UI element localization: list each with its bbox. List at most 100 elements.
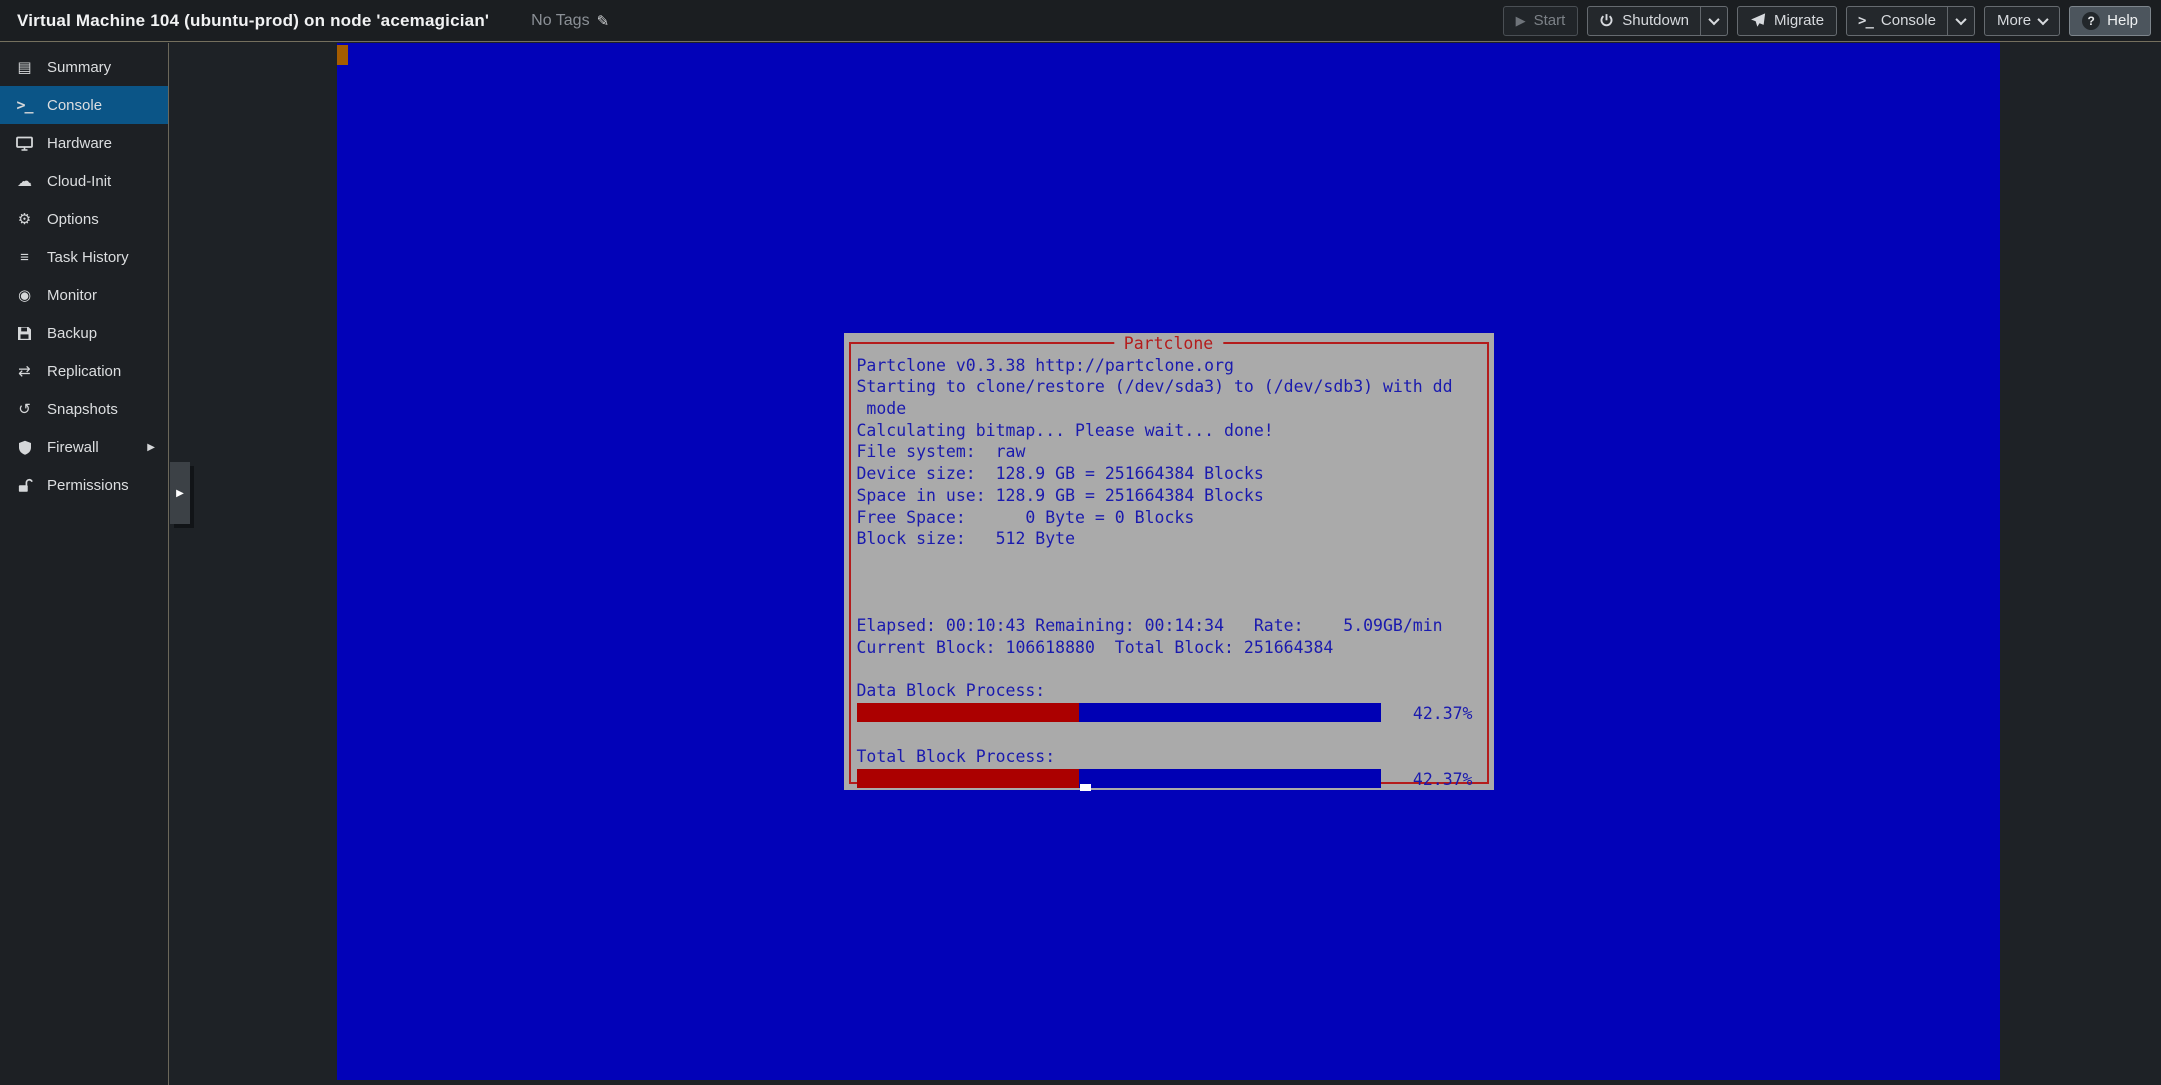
console-button-group: >_ Console: [1846, 6, 1975, 36]
terminal-line: mode: [857, 398, 1481, 420]
sidebar-item-firewall[interactable]: Firewall ▶: [0, 428, 168, 466]
sidebar-item-backup[interactable]: Backup: [0, 314, 168, 352]
total-block-percent: 42.37%: [1413, 769, 1473, 791]
console-area: Partclone Partclone v0.3.38 http://partc…: [170, 43, 2161, 1085]
sidebar-item-label: Monitor: [47, 287, 97, 304]
shield-icon: [14, 440, 35, 455]
list-icon: ≡: [14, 249, 35, 266]
total-block-progressbar: 42.37%: [857, 769, 1481, 791]
tags-label: No Tags: [531, 12, 589, 30]
terminal-line: Elapsed: 00:10:43 Remaining: 00:14:34 Ra…: [857, 615, 1481, 637]
tags-control[interactable]: No Tags ✎: [531, 12, 609, 30]
data-block-percent: 42.37%: [1413, 703, 1473, 725]
sidebar-item-snapshots[interactable]: ↺ Snapshots: [0, 390, 168, 428]
sync-icon: ⇄: [14, 362, 35, 380]
cloud-icon: ☁: [14, 172, 35, 190]
terminal-line: Calculating bitmap... Please wait... don…: [857, 420, 1481, 442]
terminal-line: File system: raw: [857, 441, 1481, 463]
progress-fill: [857, 703, 1079, 722]
terminal-line: Current Block: 106618880 Total Block: 25…: [857, 637, 1481, 659]
terminal-line: Starting to clone/restore (/dev/sda3) to…: [857, 376, 1481, 398]
progress-fill: [857, 769, 1079, 788]
sidebar-item-cloud-init[interactable]: ☁ Cloud-Init: [0, 162, 168, 200]
migrate-button[interactable]: Migrate: [1737, 6, 1837, 36]
progress-cursor: [1080, 784, 1091, 791]
sidebar-item-options[interactable]: ⚙ Options: [0, 200, 168, 238]
monitor-icon: [14, 136, 35, 151]
dialog-body: Partclone v0.3.38 http://partclone.org S…: [857, 355, 1481, 791]
terminal-line: [857, 658, 1481, 680]
partclone-dialog: Partclone Partclone v0.3.38 http://partc…: [844, 333, 1494, 790]
console-button[interactable]: >_ Console: [1847, 7, 1947, 35]
chevron-down-icon: [1955, 13, 1966, 24]
sidebar-item-label: Summary: [47, 59, 111, 76]
terminal-line: Device size: 128.9 GB = 251664384 Blocks: [857, 463, 1481, 485]
terminal-icon: >_: [14, 96, 35, 114]
start-label: Start: [1534, 12, 1566, 29]
sidebar-item-label: Snapshots: [47, 401, 118, 418]
sidebar-item-permissions[interactable]: Permissions: [0, 466, 168, 504]
console-label: Console: [1881, 12, 1936, 29]
terminal-cursor: [337, 45, 348, 65]
sidebar-item-label: Permissions: [47, 477, 129, 494]
sidebar-item-monitor[interactable]: ◉ Monitor: [0, 276, 168, 314]
header-actions: ▶ Start Shutdown Migrate: [1503, 6, 2151, 36]
submenu-arrow-icon: ▶: [147, 442, 155, 453]
edit-tags-icon[interactable]: ✎: [597, 12, 610, 30]
shutdown-menu-button[interactable]: [1701, 7, 1727, 35]
sidebar-item-label: Replication: [47, 363, 121, 380]
more-label: More: [1997, 12, 2031, 29]
sidebar-item-label: Hardware: [47, 135, 112, 152]
console-menu-button[interactable]: [1948, 7, 1974, 35]
help-button[interactable]: ? Help: [2069, 6, 2151, 36]
floppy-icon: [14, 326, 35, 341]
sidebar-item-task-history[interactable]: ≡ Task History: [0, 238, 168, 276]
sidebar-item-label: Firewall: [47, 439, 99, 456]
sidebar-item-summary[interactable]: ▤ Summary: [0, 48, 168, 86]
sidebar-item-console[interactable]: >_ Console: [0, 86, 168, 124]
progress-track: [857, 703, 1381, 722]
sidebar: ▤ Summary >_ Console Hardware ☁ Cloud-In…: [0, 43, 169, 1085]
shutdown-label: Shutdown: [1622, 12, 1689, 29]
chevron-down-icon: [1708, 13, 1719, 24]
sidebar-item-hardware[interactable]: Hardware: [0, 124, 168, 162]
power-icon: [1599, 13, 1614, 28]
terminal-line: [857, 593, 1481, 615]
sidebar-item-label: Options: [47, 211, 99, 228]
shutdown-button[interactable]: Shutdown: [1588, 7, 1700, 35]
eye-icon: ◉: [14, 286, 35, 304]
unlock-icon: [14, 478, 35, 493]
gear-icon: ⚙: [14, 210, 35, 228]
vnc-screen[interactable]: Partclone Partclone v0.3.38 http://partc…: [337, 43, 2000, 1080]
shutdown-button-group: Shutdown: [1587, 6, 1728, 36]
migrate-icon: [1750, 13, 1766, 28]
migrate-label: Migrate: [1774, 12, 1824, 29]
terminal-line: [857, 724, 1481, 746]
history-icon: ↺: [14, 400, 35, 418]
terminal-line: [857, 572, 1481, 594]
chevron-down-icon: [2037, 13, 2048, 24]
play-icon: ▶: [1516, 14, 1526, 27]
terminal-line: Partclone v0.3.38 http://partclone.org: [857, 355, 1481, 377]
data-block-progressbar: 42.37%: [857, 703, 1481, 725]
sidebar-item-replication[interactable]: ⇄ Replication: [0, 352, 168, 390]
help-label: Help: [2107, 12, 2138, 29]
help-icon: ?: [2082, 12, 2100, 30]
sidebar-item-label: Task History: [47, 249, 129, 266]
data-block-label: Data Block Process:: [857, 680, 1481, 702]
sidebar-collapse-handle[interactable]: ▶: [170, 462, 190, 524]
terminal-line: [857, 550, 1481, 572]
terminal-line: Block size: 512 Byte: [857, 528, 1481, 550]
page-title: Virtual Machine 104 (ubuntu-prod) on nod…: [17, 11, 489, 31]
book-icon: ▤: [14, 58, 35, 76]
sidebar-item-label: Console: [47, 97, 102, 114]
header: Virtual Machine 104 (ubuntu-prod) on nod…: [0, 0, 2161, 42]
sidebar-item-label: Backup: [47, 325, 97, 342]
sidebar-item-label: Cloud-Init: [47, 173, 111, 190]
start-button[interactable]: ▶ Start: [1503, 6, 1579, 36]
more-button[interactable]: More: [1984, 6, 2060, 36]
progress-track: [857, 769, 1381, 788]
terminal-line: Free Space: 0 Byte = 0 Blocks: [857, 507, 1481, 529]
terminal-icon: >_: [1858, 13, 1873, 29]
total-block-label: Total Block Process:: [857, 746, 1481, 768]
